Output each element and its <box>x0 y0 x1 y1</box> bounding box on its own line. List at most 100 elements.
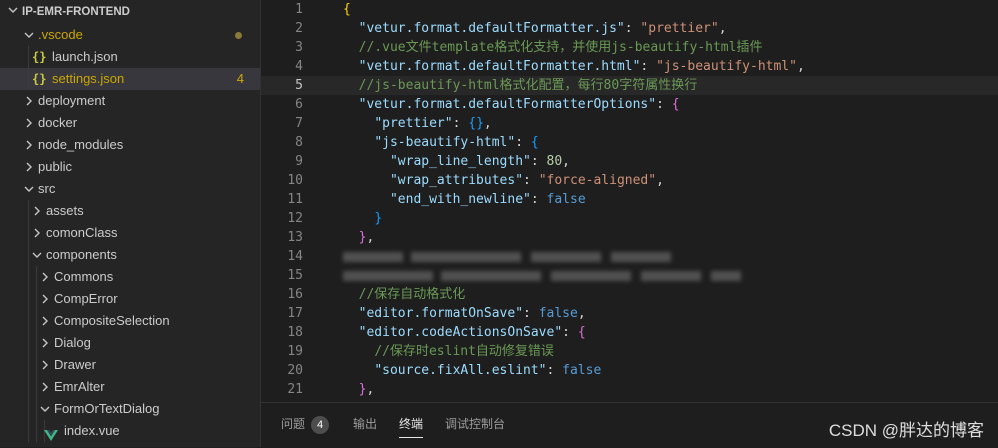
tree-item[interactable]: Dialog <box>0 332 260 354</box>
tree-item-label: launch.json <box>52 49 118 64</box>
code-text: "editor.codeActionsOnSave": { <box>358 325 586 340</box>
line-number: 13 <box>287 230 303 245</box>
code-text: //js-beautify-html格式化配置，每行80字符属性换行 <box>358 78 698 93</box>
problems-count-badge: 4 <box>311 415 330 434</box>
tree-item[interactable]: EmrAlter <box>0 376 260 398</box>
tree-item[interactable]: {} launch.json <box>0 46 260 68</box>
tree-item-label: Dialog <box>54 335 91 350</box>
code-line: 21 }, <box>261 380 998 399</box>
redacted-block <box>411 252 521 262</box>
chevron-right-icon <box>22 90 36 112</box>
tree-item[interactable]: deployment <box>0 90 260 112</box>
line-number: 6 <box>295 97 303 112</box>
panel-tab-label: 终端 <box>399 417 424 431</box>
watermark: CSDN @胖达的博客 <box>828 421 984 440</box>
indent-guide <box>28 310 29 332</box>
chevron-right-icon <box>38 288 52 310</box>
tree-item[interactable]: components <box>0 244 260 266</box>
panel-tab-label: 问题 <box>281 417 306 431</box>
chevron-down-icon <box>22 24 36 46</box>
code-text: //.vue文件template格式化支持，并使用js-beautify-htm… <box>358 40 763 55</box>
tree-item[interactable]: node_modules <box>0 134 260 156</box>
code-line: 13 }, <box>261 228 998 247</box>
code-text: "vetur.format.defaultFormatter.js": "pre… <box>358 21 727 36</box>
tree-item[interactable]: src <box>0 178 260 200</box>
code-text: //保存自动格式化 <box>358 287 466 302</box>
tree-item[interactable]: docker <box>0 112 260 134</box>
tree-item[interactable]: index.vue <box>0 420 260 442</box>
tree-item[interactable]: {} settings.json 4 <box>0 68 260 90</box>
line-number: 11 <box>287 192 303 207</box>
tree-item-label: Commons <box>54 269 114 284</box>
chevron-right-icon <box>30 222 44 244</box>
chevron-right-icon <box>38 266 52 288</box>
line-number: 5 <box>295 78 303 93</box>
code-line: 15 <box>261 266 998 285</box>
chevron-down-icon <box>30 244 44 266</box>
line-number: 19 <box>287 344 303 359</box>
line-number: 20 <box>287 363 303 378</box>
indent-guide <box>28 68 29 90</box>
tree-item[interactable]: comonClass <box>0 222 260 244</box>
tree-item-label: FormOrTextDialog <box>54 401 160 416</box>
tree-item[interactable]: public <box>0 156 260 178</box>
code-line: 4 "vetur.format.defaultFormatter.html": … <box>261 57 998 76</box>
indent-guide <box>36 420 37 442</box>
code-line: 14 <box>261 247 998 266</box>
panel-tab[interactable]: 终端 <box>399 415 424 438</box>
code-text: "vetur.format.defaultFormatterOptions": … <box>358 97 680 112</box>
line-number: 12 <box>287 211 303 226</box>
code-line: 2 "vetur.format.defaultFormatter.js": "p… <box>261 19 998 38</box>
tree-item[interactable]: assets <box>0 200 260 222</box>
tree-item[interactable]: Drawer <box>0 354 260 376</box>
redacted-block <box>343 252 403 262</box>
tree-item[interactable]: CompError <box>0 288 260 310</box>
line-number: 4 <box>295 59 303 74</box>
line-number: 2 <box>295 21 303 36</box>
code-line: 16 //保存自动格式化 <box>261 285 998 304</box>
redacted-block <box>343 271 433 281</box>
redacted-block <box>441 271 541 281</box>
explorer-sidebar: IP-EMR-FRONTEND .vscode {} launch.json {} se… <box>0 0 261 447</box>
code-line: 12 } <box>261 209 998 228</box>
code-line: 7 "prettier": {}, <box>261 114 998 133</box>
tree-item-label: index.vue <box>64 423 120 438</box>
panel-tab[interactable]: 问题 4 <box>281 415 330 437</box>
code-line: 10 "wrap_attributes": "force-aligned", <box>261 171 998 190</box>
tree-item-label: assets <box>46 203 84 218</box>
line-number: 21 <box>287 382 303 397</box>
line-number: 7 <box>295 116 303 131</box>
panel-tab[interactable]: 调试控制台 <box>445 415 505 437</box>
tree-item-label: public <box>38 159 72 174</box>
redacted-block <box>551 271 631 281</box>
code-line: 19 //保存时eslint自动修复错误 <box>261 342 998 361</box>
line-number: 3 <box>295 40 303 55</box>
code-text: "wrap_attributes": "force-aligned", <box>389 173 664 188</box>
tree-item-label: .vscode <box>38 27 83 42</box>
chevron-right-icon <box>22 112 36 134</box>
code-text: }, <box>358 382 375 397</box>
tree-item[interactable]: FormOrTextDialog <box>0 398 260 420</box>
indent-guide <box>28 376 29 398</box>
tree-item[interactable]: .vscode <box>0 24 260 46</box>
code-editor[interactable]: 1{2 "vetur.format.defaultFormatter.js": … <box>261 0 998 402</box>
code-text: } <box>374 211 383 226</box>
code-line: 5 //js-beautify-html格式化配置，每行80字符属性换行 <box>261 76 998 95</box>
code-text: "wrap_line_length": 80, <box>389 154 570 169</box>
line-number: 14 <box>287 249 303 264</box>
code-line: 9 "wrap_line_length": 80, <box>261 152 998 171</box>
redacted-block <box>611 252 671 262</box>
modified-dot-icon <box>235 32 242 39</box>
tree-item[interactable]: CompositeSelection <box>0 310 260 332</box>
chevron-right-icon <box>38 354 52 376</box>
indent-guide <box>28 354 29 376</box>
tree-item[interactable]: Commons <box>0 266 260 288</box>
tree-item-label: node_modules <box>38 137 124 152</box>
explorer-root[interactable]: IP-EMR-FRONTEND <box>0 0 260 24</box>
indent-guide <box>28 332 29 354</box>
indent-guide <box>28 420 29 442</box>
panel-tab[interactable]: 输出 <box>353 415 377 437</box>
code-text: "end_with_newline": false <box>389 192 586 207</box>
line-number: 8 <box>295 135 303 150</box>
json-file-icon: {} <box>32 72 47 86</box>
